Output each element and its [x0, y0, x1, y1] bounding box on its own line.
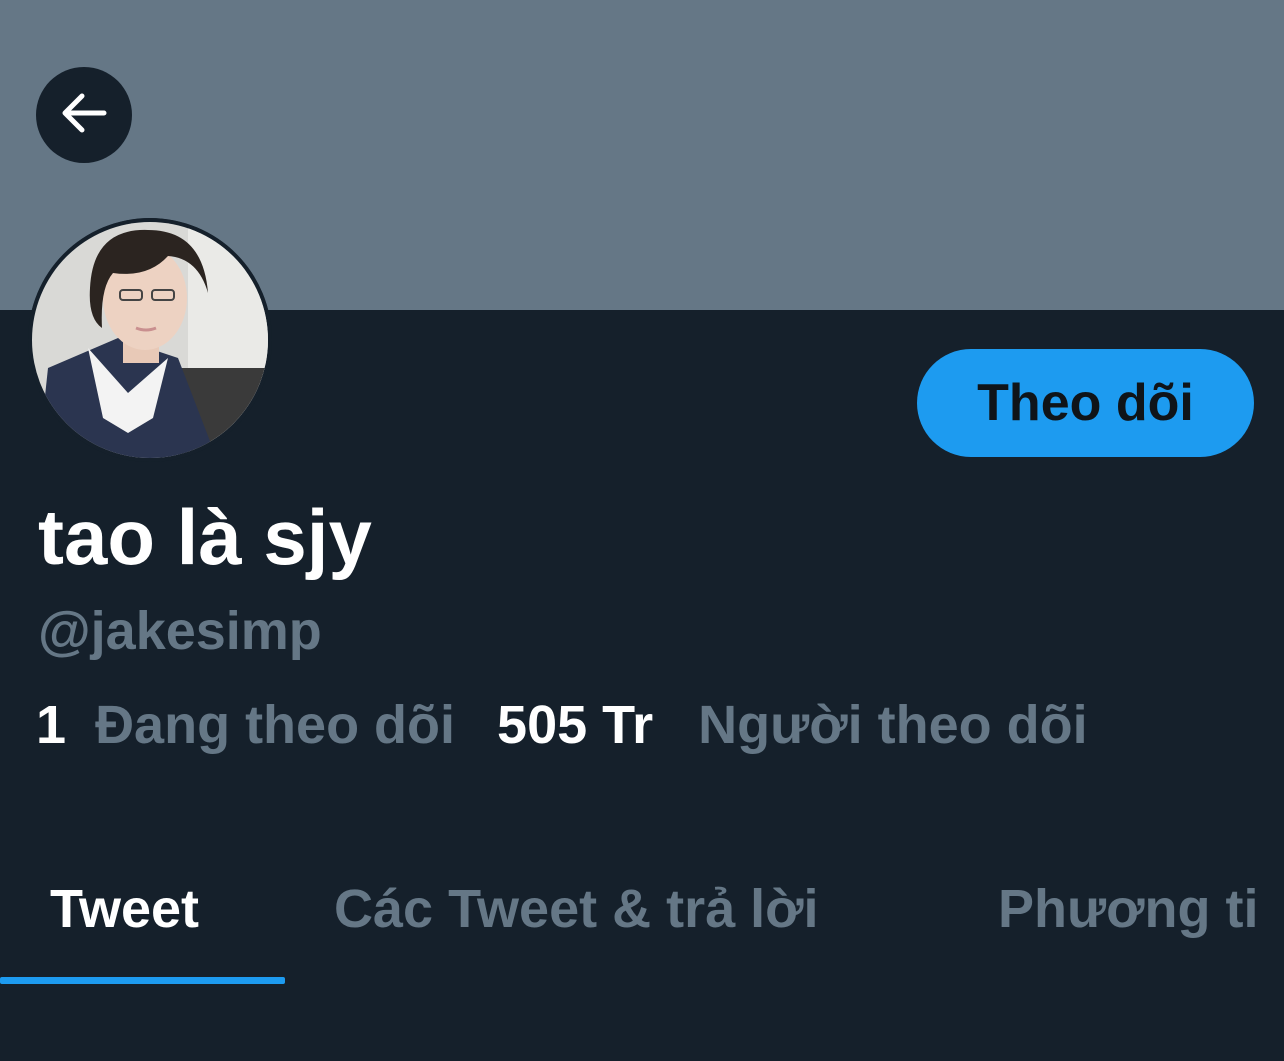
- back-button[interactable]: [36, 67, 132, 163]
- avatar[interactable]: [28, 218, 272, 462]
- display-name: tao là sjy: [38, 493, 372, 581]
- followers-label: Người theo dõi: [698, 695, 1088, 755]
- follow-button[interactable]: Theo dõi: [917, 349, 1254, 457]
- profile-handle: @jakesimp: [38, 601, 322, 661]
- tab-tweets-and-replies[interactable]: Các Tweet & trả lời: [334, 882, 819, 936]
- following-label: Đang theo dõi: [95, 695, 456, 755]
- profile-stats: 1 Đang theo dõi 505 Tr Người theo dõi: [36, 698, 1088, 752]
- tab-tweets[interactable]: Tweet: [50, 882, 199, 936]
- followers-count: 505 Tr: [497, 695, 654, 755]
- tab-media[interactable]: Phương ti: [998, 882, 1258, 936]
- profile-page: Theo dõi tao là sjy @jakesimp 1 Đang the…: [0, 0, 1284, 1061]
- following-stat[interactable]: 1 Đang theo dõi: [36, 698, 455, 752]
- following-count: 1: [36, 695, 67, 755]
- profile-tabs: Tweet Các Tweet & trả lời Phương ti: [0, 860, 1284, 986]
- active-tab-indicator: [0, 977, 285, 984]
- followers-stat[interactable]: 505 Tr Người theo dõi: [497, 698, 1088, 752]
- arrow-left-icon: [58, 87, 110, 144]
